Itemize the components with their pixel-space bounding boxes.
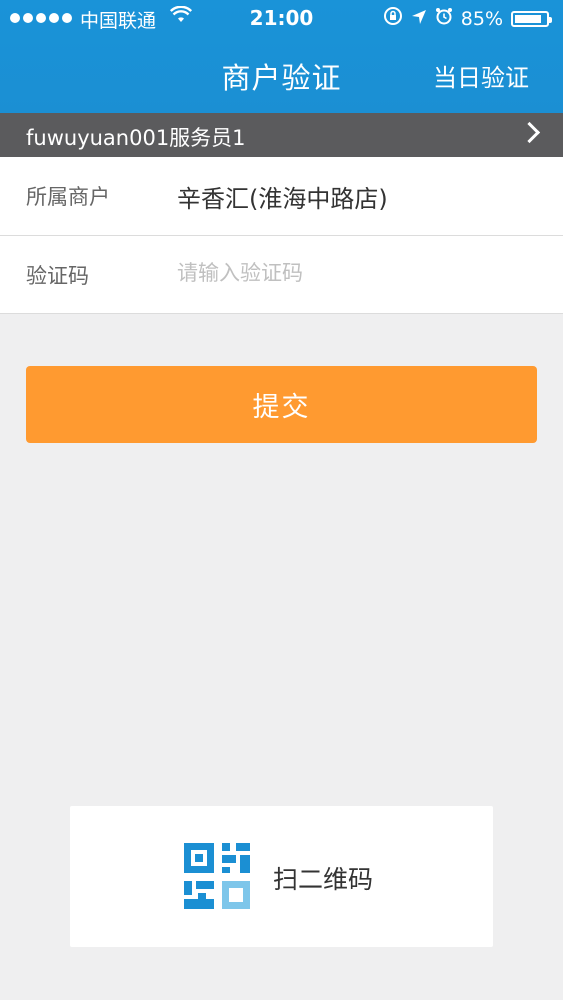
scan-qr-label: 扫二维码 — [273, 865, 374, 894]
verification-form: 所属商户 辛香汇(淮海中路店) 验证码 — [0, 157, 563, 314]
code-row: 验证码 — [0, 236, 563, 314]
status-bar: 中国联通 21:00 85% — [0, 0, 563, 38]
staff-name: fuwuyuan001服务员1 — [26, 126, 246, 150]
merchant-value: 辛香汇(淮海中路店) — [177, 185, 388, 213]
daily-verification-button[interactable]: 当日验证 — [433, 58, 529, 93]
scan-qr-button[interactable]: 扫二维码 — [70, 806, 493, 947]
battery-icon — [511, 10, 552, 27]
code-label: 验证码 — [26, 264, 89, 288]
status-right: 85% — [383, 6, 552, 31]
app-header: 中国联通 21:00 85% 商户验证 当日验证 — [0, 0, 563, 113]
alarm-icon — [435, 7, 453, 30]
merchant-row: 所属商户 辛香汇(淮海中路店) — [0, 157, 563, 236]
qr-code-icon — [184, 843, 250, 909]
submit-button[interactable]: 提交 — [26, 366, 537, 443]
rotation-lock-icon — [383, 6, 403, 31]
chevron-right-icon — [518, 121, 541, 144]
location-arrow-icon — [411, 8, 427, 30]
merchant-label: 所属商户 — [26, 185, 110, 209]
verification-code-input[interactable] — [177, 252, 537, 294]
staff-account-row[interactable]: fuwuyuan001服务员1 — [0, 113, 563, 157]
battery-percent: 85% — [460, 7, 503, 30]
